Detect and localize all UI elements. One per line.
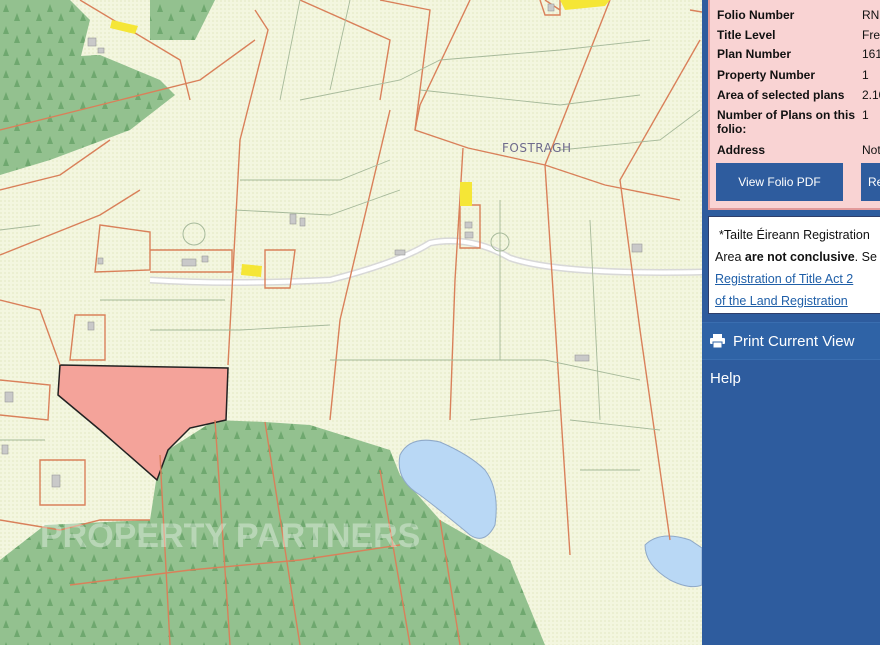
notice-line-2: Area are not conclusive. Se <box>715 246 880 268</box>
map-canvas[interactable]: FOSTRAGH PROPERTY PARTNERS <box>0 0 702 645</box>
area-label: Area of selected plans <box>717 88 845 102</box>
title-level-value: Free <box>862 28 880 42</box>
townland-label: FOSTRAGH <box>502 141 572 155</box>
property-number-value: 1 <box>862 68 869 82</box>
address-label: Address <box>717 143 766 157</box>
folio-number-value: RN1 <box>862 8 880 22</box>
view-folio-pdf-button[interactable]: View Folio PDF <box>716 163 843 201</box>
title-level-label: Title Level <box>717 28 776 42</box>
plan-number-label: Plan Number <box>717 47 792 61</box>
notice-line-2-end: . Se <box>854 250 877 264</box>
area-value: 2.10 <box>862 88 880 102</box>
plans-count-label: Number of Plans on this folio: <box>717 108 856 136</box>
print-current-view-button[interactable]: Print Current View <box>702 322 880 360</box>
help-link[interactable]: Help <box>710 370 741 387</box>
registration-notice: *Tailte Éireann Registration Area are no… <box>708 216 880 314</box>
folio-number-label: Folio Number <box>717 8 795 22</box>
plan-number-value: 161 <box>862 47 880 61</box>
address-value: Not <box>862 143 880 157</box>
notice-line-2-bold: are not conclusive <box>744 250 855 264</box>
side-panel: Folio Number RN1 Title Level Free Plan N… <box>702 0 880 645</box>
notice-line-2-start: Area <box>715 250 745 264</box>
print-current-view-label: Print Current View <box>733 333 855 350</box>
property-number-label: Property Number <box>717 68 816 82</box>
registration-act-link[interactable]: Registration of Title Act 2 <box>715 268 880 290</box>
land-registration-link[interactable]: of the Land Registration <box>715 290 880 312</box>
plans-count-value: 1 <box>862 108 869 122</box>
notice-line-1: *Tailte Éireann Registration <box>719 228 870 242</box>
folio-info-box: Folio Number RN1 Title Level Free Plan N… <box>708 0 880 210</box>
watermark-logo: PROPERTY PARTNERS <box>40 517 421 555</box>
second-action-button[interactable]: Re <box>861 163 880 201</box>
printer-icon <box>710 334 725 349</box>
